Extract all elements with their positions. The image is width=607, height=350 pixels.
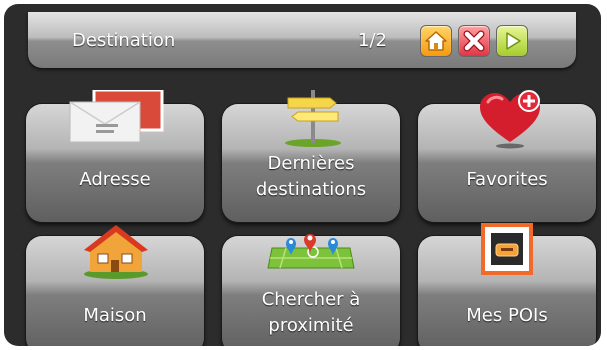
tile-label: Favorites	[466, 169, 548, 190]
tile-adresse[interactable]: Adresse	[26, 90, 204, 222]
tile-label-line-1: Dernières	[267, 153, 355, 174]
tile-label: Mes POIs	[466, 305, 548, 326]
tile-favorites[interactable]: Favorites	[418, 90, 596, 222]
poi-frame-icon	[481, 223, 533, 275]
navigation-screen: Destination 1/2 Adresse Dernières destin…	[4, 4, 601, 346]
title-bar: Destination 1/2	[28, 12, 576, 68]
tile-chercher-a-proximite[interactable]: Chercher à proximité	[222, 234, 400, 346]
signpost-icon	[285, 90, 341, 147]
tile-label-line-1: Chercher à	[261, 289, 361, 310]
home-icon	[425, 31, 447, 51]
play-arrow-icon	[506, 32, 521, 50]
page-indicator: 1/2	[358, 30, 387, 51]
tile-maison[interactable]: Maison	[26, 225, 204, 346]
page-title: Destination	[72, 30, 176, 51]
tile-label-line-2: destinations	[255, 179, 367, 200]
tile-dernieres-destinations[interactable]: Dernières destinations	[222, 90, 400, 222]
home-button[interactable]	[420, 25, 452, 57]
close-icon	[463, 30, 485, 52]
tile-label: Adresse	[79, 169, 151, 190]
tile-label-line-2: proximité	[268, 315, 354, 336]
close-button[interactable]	[458, 25, 490, 57]
map-pins-icon	[267, 234, 355, 269]
house-icon	[84, 225, 148, 279]
next-button[interactable]	[496, 25, 528, 57]
heart-plus-icon	[480, 90, 540, 149]
envelope-icon	[69, 90, 164, 143]
tile-mes-pois[interactable]: Mes POIs	[418, 223, 596, 346]
tile-label: Maison	[83, 305, 147, 326]
